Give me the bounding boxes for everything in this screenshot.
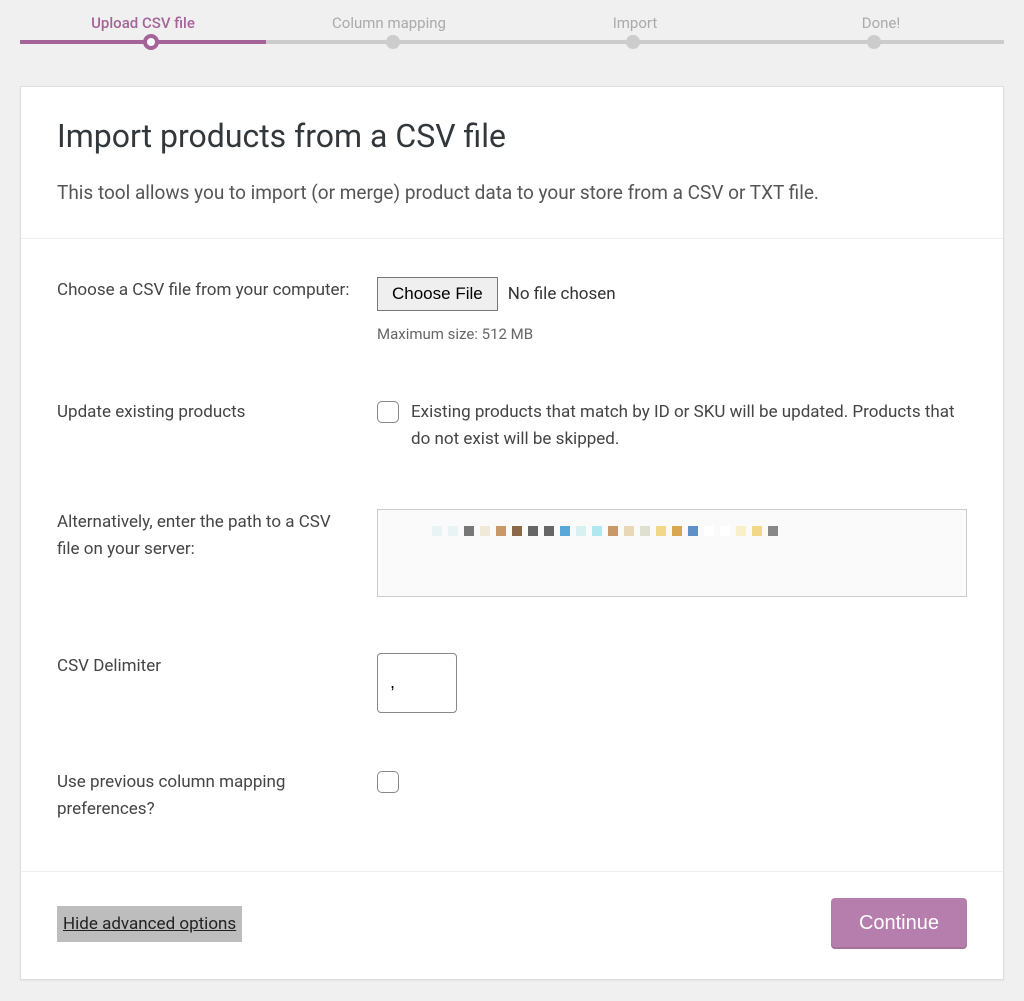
row-server-path: Alternatively, enter the path to a CSV f… — [57, 481, 967, 625]
row-update-existing: Update existing products Existing produc… — [57, 371, 967, 481]
checkbox-previous-mapping[interactable] — [377, 771, 399, 793]
label-update-existing: Update existing products — [57, 399, 377, 426]
file-size-hint: Maximum size: 512 MB — [377, 325, 967, 343]
stepper-dot-4 — [867, 35, 881, 49]
row-previous-mapping: Use previous column mapping preferences? — [57, 741, 967, 851]
import-card: Import products from a CSV file This too… — [20, 86, 1004, 980]
label-previous-mapping: Use previous column mapping preferences? — [57, 769, 377, 823]
label-server-path: Alternatively, enter the path to a CSV f… — [57, 509, 377, 563]
step-mapping[interactable]: Column mapping — [266, 14, 512, 32]
row-choose-file: Choose a CSV file from your computer: Ch… — [57, 249, 967, 371]
stepper-dot-1 — [143, 34, 159, 50]
card-actions: Hide advanced options Continue — [21, 871, 1003, 979]
row-delimiter: CSV Delimiter — [57, 625, 967, 741]
file-status: No file chosen — [508, 284, 616, 304]
card-header: Import products from a CSV file This too… — [21, 87, 1003, 239]
toggle-advanced-link[interactable]: Hide advanced options — [57, 906, 242, 942]
page-subtitle: This tool allows you to import (or merge… — [57, 179, 967, 208]
delimiter-input[interactable] — [377, 653, 457, 713]
form-body: Choose a CSV file from your computer: Ch… — [21, 239, 1003, 872]
stepper-dot-3 — [626, 35, 640, 49]
server-path-input[interactable] — [377, 509, 967, 597]
desc-update-existing: Existing products that match by ID or SK… — [411, 399, 967, 453]
stepper-dot-2 — [386, 35, 400, 49]
checkbox-update-existing[interactable] — [377, 401, 399, 423]
stepper-track — [20, 40, 1004, 44]
step-upload[interactable]: Upload CSV file — [20, 14, 266, 32]
redacted-placeholder — [392, 522, 952, 540]
label-choose-file: Choose a CSV file from your computer: — [57, 277, 377, 304]
progress-stepper: Upload CSV file Column mapping Import Do… — [0, 0, 1024, 56]
label-delimiter: CSV Delimiter — [57, 653, 377, 680]
choose-file-button[interactable]: Choose File — [377, 277, 498, 311]
continue-button[interactable]: Continue — [831, 898, 967, 949]
page-title: Import products from a CSV file — [57, 117, 967, 155]
step-done[interactable]: Done! — [758, 14, 1004, 32]
step-import[interactable]: Import — [512, 14, 758, 32]
